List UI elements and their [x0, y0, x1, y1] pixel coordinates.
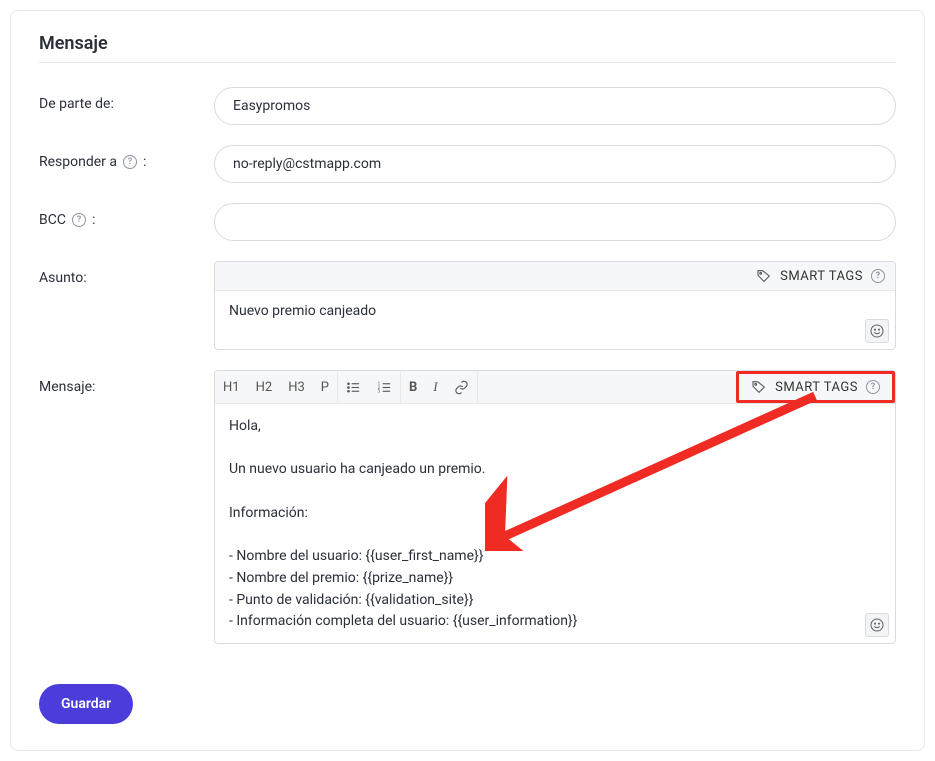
- label-reply-to: Responder a ? :: [39, 145, 214, 170]
- smart-tags-button[interactable]: SMART TAGS: [780, 269, 863, 284]
- row-message: Mensaje: H1 H2 H3 P 123: [39, 370, 896, 644]
- message-body-input[interactable]: Hola, Un nuevo usuario ha canjeado un pr…: [215, 404, 895, 643]
- message-editor: H1 H2 H3 P 123 B: [214, 370, 896, 644]
- msg-line: - Nombre del premio: {{prize_name}}: [229, 568, 881, 590]
- tag-icon: [756, 268, 772, 284]
- label-subject: Asunto:: [39, 261, 214, 286]
- toolbar-bold[interactable]: B: [401, 372, 425, 403]
- svg-text:3: 3: [378, 389, 381, 394]
- label-bcc: BCC ? :: [39, 203, 214, 228]
- msg-greeting: Hola,: [229, 416, 881, 438]
- help-icon[interactable]: ?: [866, 380, 880, 394]
- emoji-button[interactable]: [865, 319, 889, 343]
- row-bcc: BCC ? :: [39, 203, 896, 241]
- toolbar-italic[interactable]: I: [425, 371, 445, 403]
- list-ol-icon: 123: [377, 380, 392, 395]
- input-from[interactable]: [214, 87, 896, 125]
- help-icon[interactable]: ?: [123, 155, 137, 169]
- input-bcc[interactable]: [214, 203, 896, 241]
- emoji-button[interactable]: [865, 613, 889, 637]
- label-reply-to-text: Responder a: [39, 154, 117, 170]
- msg-line: - Nombre del usuario: {{user_first_name}…: [229, 546, 881, 568]
- label-message: Mensaje:: [39, 370, 214, 395]
- input-reply-to[interactable]: [214, 145, 896, 183]
- toolbar-ul[interactable]: [338, 372, 369, 403]
- smile-icon: [869, 617, 885, 633]
- label-from: De parte de:: [39, 87, 214, 112]
- toolbar-ol[interactable]: 123: [369, 372, 400, 403]
- toolbar-link[interactable]: [446, 372, 477, 403]
- msg-line: - Información completa del usuario: {{us…: [229, 611, 881, 633]
- tag-icon: [751, 379, 767, 395]
- toolbar-h1[interactable]: H1: [215, 372, 248, 403]
- label-colon: :: [92, 212, 95, 228]
- msg-intro: Un nuevo usuario ha canjeado un premio.: [229, 459, 881, 481]
- save-button[interactable]: Guardar: [39, 684, 133, 724]
- toolbar-h3[interactable]: H3: [280, 372, 313, 403]
- message-smart-tags-group: SMART TAGS ?: [736, 371, 895, 403]
- toolbar-h2[interactable]: H2: [248, 372, 281, 403]
- link-icon: [454, 380, 469, 395]
- msg-line: - Punto de validación: {{validation_site…: [229, 590, 881, 612]
- subject-editor: SMART TAGS ? Nuevo premio canjeado: [214, 261, 896, 350]
- label-colon: :: [143, 154, 146, 170]
- editor-toolbar: H1 H2 H3 P 123 B: [215, 371, 895, 404]
- smart-tags-button[interactable]: SMART TAGS: [775, 380, 858, 395]
- subject-smart-tags-bar: SMART TAGS ?: [215, 262, 895, 291]
- label-bcc-text: BCC: [39, 212, 66, 228]
- toolbar-p[interactable]: P: [313, 372, 337, 403]
- message-form-card: Mensaje De parte de: Responder a ? : BCC…: [10, 10, 925, 751]
- smile-icon: [869, 323, 885, 339]
- help-icon[interactable]: ?: [72, 213, 86, 227]
- subject-input[interactable]: Nuevo premio canjeado: [215, 291, 895, 349]
- help-icon[interactable]: ?: [871, 269, 885, 283]
- row-reply-to: Responder a ? :: [39, 145, 896, 183]
- list-ul-icon: [346, 380, 361, 395]
- row-from: De parte de:: [39, 87, 896, 125]
- subject-text: Nuevo premio canjeado: [229, 303, 376, 319]
- msg-info-header: Información:: [229, 503, 881, 525]
- row-subject: Asunto: SMART TAGS ? Nuevo premio canjea…: [39, 261, 896, 350]
- section-title: Mensaje: [39, 33, 896, 63]
